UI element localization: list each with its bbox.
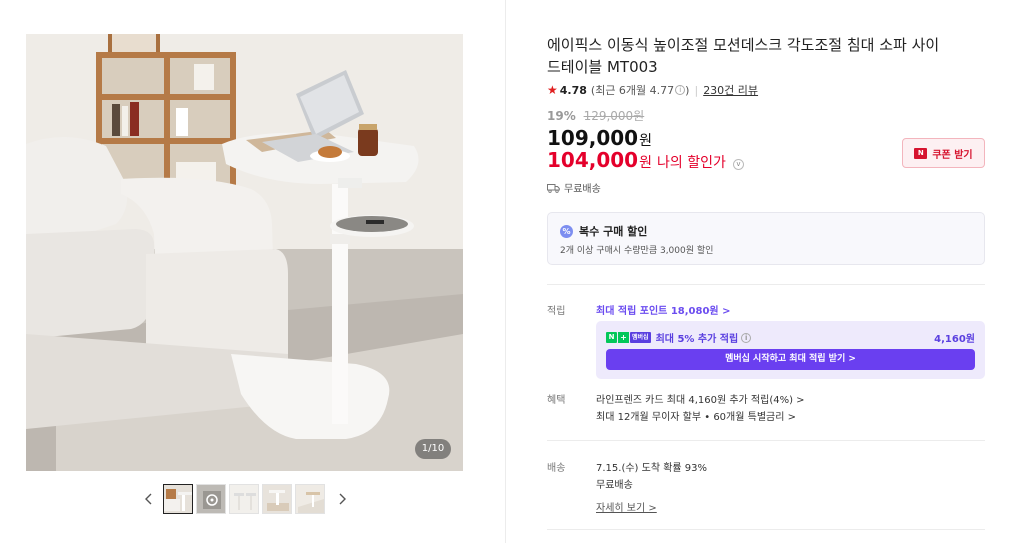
percent-icon: % <box>560 224 573 238</box>
rating-recent-close: ) <box>685 83 690 97</box>
column-divider <box>505 0 506 543</box>
rating-row: ★ 4.78 (최근 6개월 4.77 i ) | 230건 리뷰 <box>547 82 758 98</box>
divider <box>547 440 985 441</box>
delivery-fee: 무료배송 <box>596 480 633 491</box>
chevron-right-icon <box>339 493 346 505</box>
delivery-arrival: 7.15.(수) 도착 확률 93% <box>596 463 708 474</box>
prev-image-button[interactable] <box>141 489 157 509</box>
points-label: 적립 <box>547 306 566 317</box>
benefit-card-link[interactable]: 라인프렌즈 카드 최대 4,160원 추가 적립(4%) > <box>596 391 805 406</box>
sale-price-value: 109,000 <box>547 126 639 150</box>
rating-score: 4.78 <box>559 83 587 97</box>
thumbnail-4[interactable] <box>262 484 292 514</box>
plus-icon: + <box>618 332 629 343</box>
multi-purchase-discount-box: % 복수 구매 할인 2개 이상 구매시 수량만큼 3,000원 할인 <box>547 212 985 265</box>
separator: | <box>694 83 699 97</box>
coupon-button-label: 쿠폰 받기 <box>932 149 973 161</box>
membership-extra-points: 최대 5% 추가 적립 <box>655 334 739 345</box>
my-price-label: 나의 할인가 <box>656 155 726 171</box>
multi-discount-description: 2개 이상 구매시 수량만큼 3,000원 할인 <box>560 246 714 256</box>
start-membership-button[interactable]: 멤버십 시작하고 최대 적립 받기 > <box>606 349 975 370</box>
my-price-unit: 원 <box>639 155 652 171</box>
discount-rate: 19% <box>547 109 576 123</box>
membership-badge: 멤버십 <box>630 332 651 343</box>
discount-line: 19% 129,000원 <box>547 107 644 124</box>
product-photo <box>26 34 463 471</box>
product-title: 에이픽스 이동식 높이조절 모션데스크 각도조절 침대 소파 사이드테이블 MT… <box>547 36 940 76</box>
naver-plus-badge: N + 멤버십 <box>606 332 651 343</box>
multi-discount-title-row: % 복수 구매 할인 <box>560 223 647 239</box>
membership-line: N + 멤버십 최대 5% 추가 적립 i <box>606 330 752 345</box>
sale-price-unit: 원 <box>639 133 652 149</box>
info-icon[interactable]: i <box>675 85 686 95</box>
delivery-label: 배송 <box>547 463 566 474</box>
divider <box>547 529 985 530</box>
membership-amount: 4,160원 <box>934 334 975 345</box>
membership-points-box: N + 멤버십 최대 5% 추가 적립 i 4,160원 멤버십 시작하고 최대… <box>596 321 985 379</box>
chevron-left-icon <box>145 493 152 505</box>
thumbnail-2[interactable] <box>196 484 226 514</box>
divider <box>547 284 985 285</box>
next-image-button[interactable] <box>334 489 350 509</box>
max-points-link[interactable]: 최대 적립 포인트 18,080원 > <box>596 302 731 317</box>
coupon-button[interactable]: N 쿠폰 받기 <box>902 138 985 168</box>
thumbnail-5[interactable] <box>295 484 325 514</box>
multi-discount-title: 복수 구매 할인 <box>579 225 648 238</box>
delivery-detail-link[interactable]: 자세히 보기 > <box>596 499 657 514</box>
thumbnail-1[interactable] <box>163 484 193 514</box>
thumbnail-strip <box>141 484 351 514</box>
image-counter: 1/10 <box>415 439 451 459</box>
review-count-link[interactable]: 230건 리뷰 <box>703 82 758 98</box>
my-price-value: 104,000 <box>547 148 639 172</box>
benefits-label: 혜택 <box>547 395 566 406</box>
star-icon: ★ <box>547 83 558 97</box>
main-product-image[interactable]: 1/10 <box>26 34 463 471</box>
thumbnail-3[interactable] <box>229 484 259 514</box>
original-price: 129,000원 <box>583 109 645 123</box>
info-icon[interactable]: i <box>741 332 752 343</box>
truck-icon <box>547 183 560 193</box>
chevron-down-icon[interactable]: v <box>732 159 744 170</box>
rating-recent: (최근 6개월 4.77 <box>590 84 675 97</box>
naver-n-icon: N <box>914 147 928 159</box>
shipping-badge: 무료배송 <box>547 180 601 195</box>
sale-price: 109,000원 <box>547 126 652 150</box>
shipping-badge-label: 무료배송 <box>564 184 601 195</box>
benefit-installment-link[interactable]: 최대 12개월 무이자 할부 • 60개월 특별금리 > <box>596 408 796 423</box>
naver-n-icon: N <box>606 332 617 343</box>
my-discount-price[interactable]: 104,000원 나의 할인가 v <box>547 148 744 172</box>
